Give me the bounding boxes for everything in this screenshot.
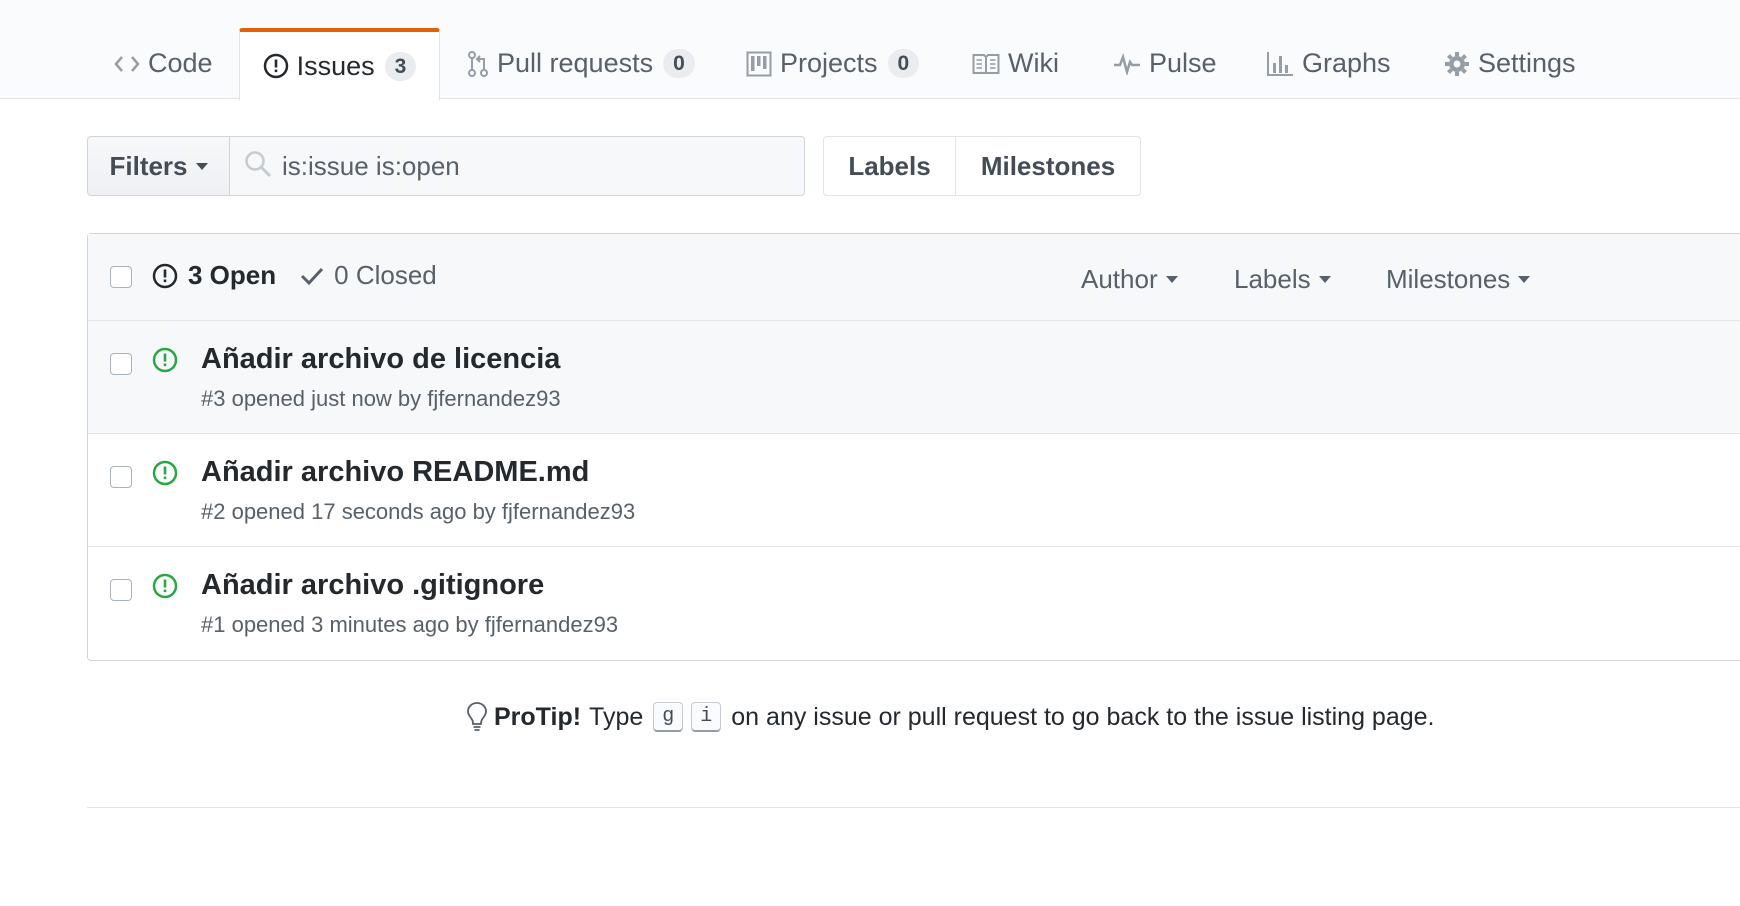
issue-meta: #2 opened 17 seconds ago by fjfernandez9… [201,499,636,524]
tab-projects[interactable]: Projects 0 [746,28,920,99]
issue-checkbox[interactable] [110,353,132,375]
milestones-button[interactable]: Milestones [955,136,1141,196]
search-input[interactable] [282,150,782,182]
filters-dropdown-button[interactable]: Filters [87,136,230,196]
issues-counter: 3 [384,51,417,81]
tab-label: Pull requests [497,48,654,78]
tab-pulse[interactable]: Pulse [1113,28,1217,99]
protip-post-text: on any issue or pull request to go back … [731,702,1435,731]
tab-label: Pulse [1149,48,1217,78]
issue-opened-icon [263,53,289,79]
caret-down-icon [1318,276,1331,283]
tab-issues[interactable]: Issues 3 [239,28,440,101]
tab-label: Settings [1478,48,1576,78]
issue-open-icon [152,573,178,604]
issue-row[interactable]: Añadir archivo .gitignore #1 opened 3 mi… [88,547,1740,660]
repo-tab-nav: Code Issues 3 Pull requests 0 Projects 0… [0,0,1740,101]
pull-requests-counter: 0 [663,49,695,78]
pulse-icon [1113,52,1141,75]
issue-meta: #1 opened 3 minutes ago by fjfernandez93 [201,612,619,637]
protip-pre-text: Type [589,702,644,731]
issue-open-icon [152,347,178,378]
issue-title-link[interactable]: Añadir archivo de licencia [201,343,560,376]
code-icon [114,53,140,75]
projects-counter: 0 [887,49,920,78]
tab-label: Code [148,48,213,78]
issues-list-header: 3 Open 0 Closed Author Labels Milestones [88,234,1740,321]
tab-code[interactable]: Code [114,28,213,99]
author-filter-label: Author [1081,264,1158,294]
book-icon [972,53,1000,75]
labels-filter-dropdown[interactable]: Labels [1234,264,1331,295]
labels-button[interactable]: Labels [823,136,956,196]
tab-graphs[interactable]: Graphs [1266,28,1391,99]
issue-meta: #3 opened just now by fjfernandez93 [201,386,561,411]
issue-title-link[interactable]: Añadir archivo README.md [201,456,589,489]
tab-label: Projects [780,48,878,78]
protip-label: ProTip! [494,702,582,731]
gear-icon [1444,51,1470,77]
issue-checkbox[interactable] [110,579,132,601]
milestones-filter-label: Milestones [1386,264,1511,294]
issue-title-link[interactable]: Añadir archivo .gitignore [201,569,544,602]
issue-open-icon [152,460,178,491]
protip: ProTip! Type g i on any issue or pull re… [466,701,1435,733]
issue-row[interactable]: Añadir archivo README.md #2 opened 17 se… [88,434,1740,547]
issues-list: 3 Open 0 Closed Author Labels Milestones… [87,233,1740,661]
git-pull-request-icon [467,50,489,78]
light-bulb-icon [467,702,487,731]
issue-search-box[interactable] [229,136,805,196]
tab-label: Issues [296,50,375,81]
graph-icon [1266,51,1294,77]
tab-wiki[interactable]: Wiki [972,28,1059,99]
issue-opened-icon [152,263,178,288]
issue-checkbox[interactable] [110,466,132,488]
issue-state-toggle: 3 Open 0 Closed [152,260,437,291]
tab-label: Graphs [1302,48,1391,78]
closed-issues-link[interactable]: 0 Closed [300,260,437,291]
issue-row[interactable]: Añadir archivo de licencia #3 opened jus… [88,321,1740,434]
search-icon [244,150,272,183]
labels-filter-label: Labels [1234,264,1311,294]
filters-label: Filters [109,150,188,181]
select-all-checkbox[interactable] [110,266,132,288]
milestones-filter-dropdown[interactable]: Milestones [1386,264,1531,295]
caret-down-icon [195,162,208,170]
check-icon [301,267,324,285]
footer-divider [87,807,1740,808]
author-filter-dropdown[interactable]: Author [1081,264,1178,295]
project-icon [746,51,772,77]
keyboard-key-g: g [653,702,684,732]
caret-down-icon [1165,276,1178,283]
closed-count-label: 0 Closed [334,260,437,290]
tab-label: Wiki [1008,48,1059,78]
keyboard-key-i: i [691,702,722,732]
open-count-label: 3 Open [188,260,277,290]
tab-pull-requests[interactable]: Pull requests 0 [467,28,695,99]
tab-settings[interactable]: Settings [1444,28,1576,99]
open-issues-link[interactable]: 3 Open [152,260,276,291]
caret-down-icon [1518,276,1531,283]
